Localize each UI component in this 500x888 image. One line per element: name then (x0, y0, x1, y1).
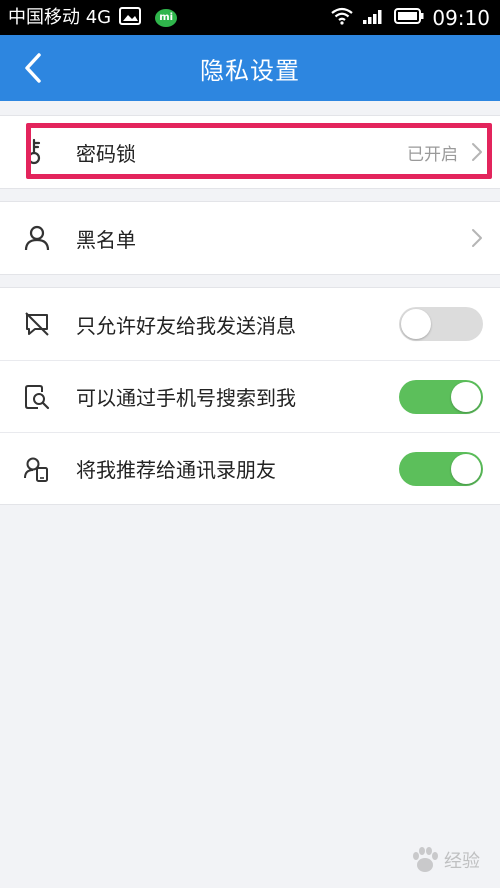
phone-search-row: 可以通过手机号搜索到我 (0, 360, 500, 432)
privacy-toggles-group: 只允许好友给我发送消息 可以通过手机号搜索到我 将我推荐给通讯录朋友 (0, 287, 500, 505)
page-title: 隐私设置 (200, 56, 300, 85)
blacklist-group: 黑名单 (0, 201, 500, 275)
nav-bar: 隐私设置 (0, 35, 500, 101)
image-icon (119, 6, 142, 29)
password-lock-group: 密码锁 已开启 (0, 115, 500, 189)
battery-icon (394, 7, 424, 29)
phone-search-icon (24, 384, 50, 410)
wifi-icon (330, 7, 354, 29)
signal-icon (362, 7, 386, 29)
carrier-label: 中国移动 4G (8, 6, 112, 28)
friends-only-message-label: 只允许好友给我发送消息 (76, 313, 296, 338)
message-blocked-icon (24, 311, 50, 337)
password-lock-label: 密码锁 (76, 141, 136, 166)
status-bar: 中国移动 4G mi 09:10 (0, 0, 500, 35)
clock: 09:10 (432, 5, 490, 30)
chevron-right-icon (470, 227, 484, 249)
password-lock-row[interactable]: 密码锁 已开启 (0, 116, 500, 188)
contacts-recommend-row: 将我推荐给通讯录朋友 (0, 432, 500, 504)
phone-search-label: 可以通过手机号搜索到我 (76, 386, 296, 410)
blacklist-row[interactable]: 黑名单 (0, 202, 500, 274)
friends-only-message-row: 只允许好友给我发送消息 (0, 288, 500, 360)
contacts-recommend-label: 将我推荐给通讯录朋友 (76, 458, 276, 482)
contacts-recommend-icon (24, 456, 50, 482)
person-icon (24, 225, 50, 251)
baidu-jingyan-watermark: 经验 (410, 846, 480, 874)
back-button[interactable] (14, 49, 52, 87)
message-app-icon: mi (155, 8, 178, 27)
contacts-recommend-toggle[interactable] (399, 451, 483, 486)
baidu-paw-icon (413, 847, 438, 872)
chevron-left-icon (25, 53, 41, 83)
watermark-text: 经验 (444, 851, 480, 872)
friends-only-message-toggle[interactable] (399, 307, 483, 341)
phone-search-toggle[interactable] (399, 379, 483, 414)
key-icon (24, 138, 50, 165)
blacklist-label: 黑名单 (76, 227, 136, 252)
chevron-right-icon (470, 141, 484, 163)
password-lock-status: 已开启 (407, 144, 458, 165)
